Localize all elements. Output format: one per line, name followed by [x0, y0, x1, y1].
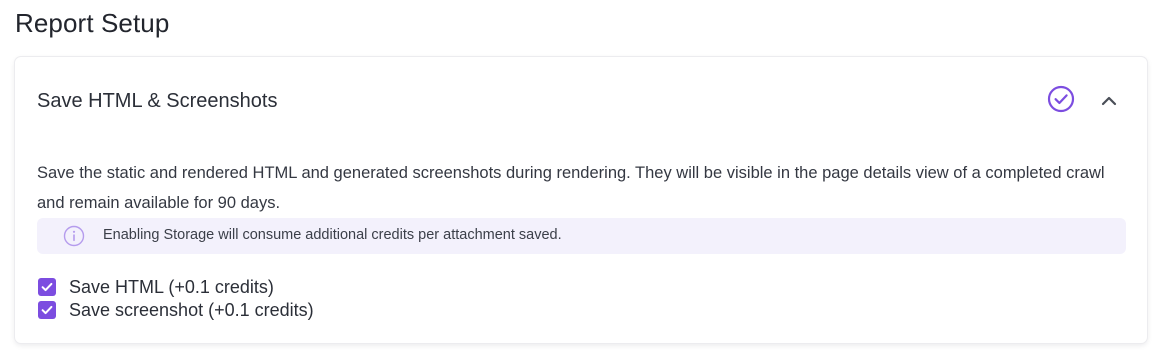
info-text: Enabling Storage will consume additional…: [103, 227, 562, 243]
checkmark-icon: [41, 282, 53, 292]
chevron-up-icon[interactable]: [1098, 90, 1120, 112]
save-html-screenshots-panel: Save HTML & Screenshots Save the static …: [15, 57, 1147, 343]
save-screenshot-label: Save screenshot (+0.1 credits): [69, 300, 314, 320]
info-banner: Enabling Storage will consume additional…: [37, 218, 1126, 254]
section-title: Save HTML & Screenshots: [37, 90, 278, 112]
save-screenshot-checkbox[interactable]: [38, 301, 56, 319]
info-icon: [63, 225, 85, 247]
section-header[interactable]: Save HTML & Screenshots: [15, 57, 1147, 147]
check-circle-icon: [1047, 85, 1075, 113]
checkmark-icon: [41, 305, 53, 315]
section-description: Save the static and rendered HTML and ge…: [37, 164, 1105, 212]
save-html-checkbox[interactable]: [38, 278, 56, 296]
page-title: Report Setup: [15, 8, 170, 38]
save-html-label: Save HTML (+0.1 credits): [69, 277, 274, 297]
